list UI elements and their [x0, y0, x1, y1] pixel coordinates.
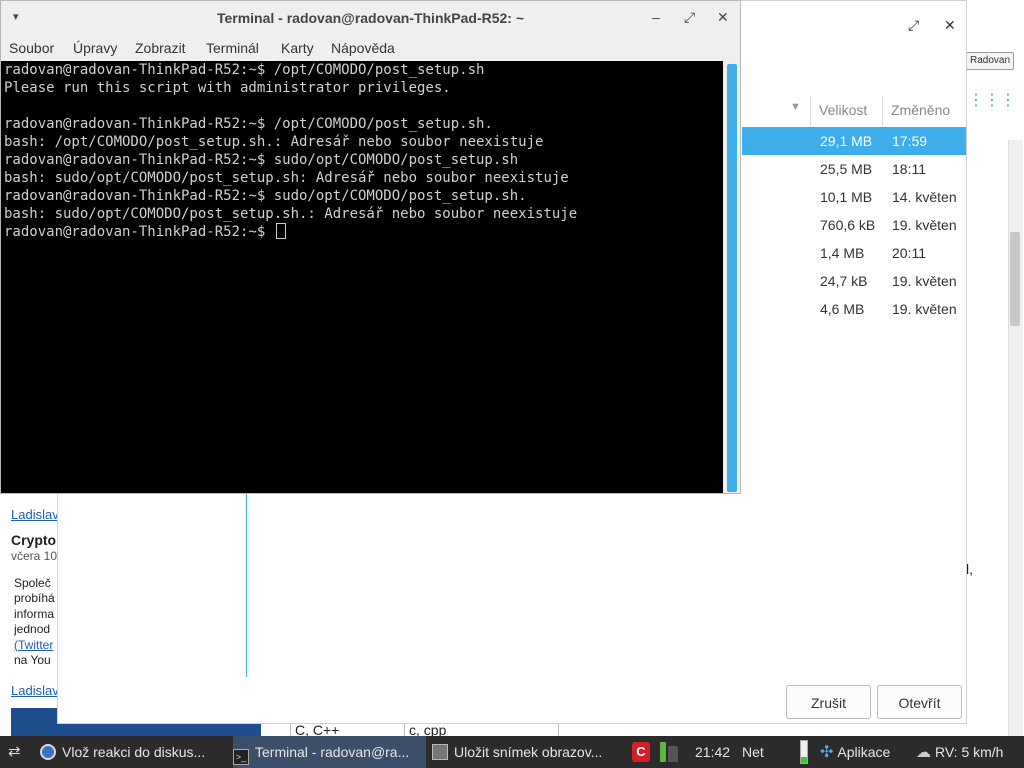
file-row[interactable]: 4,6 MB 19. květen — [742, 295, 966, 323]
article-text-line: Společ — [14, 576, 51, 590]
author-link[interactable]: Ladislav — [11, 683, 59, 698]
file-size: 24,7 kB — [820, 273, 868, 289]
close-icon[interactable]: ✕ — [717, 9, 729, 26]
applications-label: Aplikace — [837, 744, 891, 760]
task-screenshot[interactable]: Uložit snímek obrazov... — [432, 736, 618, 768]
terminal-line: bash: sudo/opt/COMODO/post_setup.sh: Adr… — [4, 170, 569, 186]
task-browser[interactable]: Vlož reakci do diskus... — [40, 736, 232, 768]
workspace-switcher-icon[interactable]: ⇄ — [8, 736, 30, 768]
screenshot-icon — [432, 744, 448, 760]
net-indicator[interactable]: Net — [742, 736, 764, 768]
file-modified: 17:59 — [892, 133, 928, 149]
terminal-line: radovan@radovan-ThinkPad-R52:~$ /opt/COM… — [4, 62, 485, 78]
terminal-title: Terminal - radovan@radovan-ThinkPad-R52:… — [216, 10, 525, 26]
menu-napoveda[interactable]: Nápověda — [331, 40, 395, 56]
article-heading[interactable]: Crypto — [11, 532, 56, 548]
article-text-line: informa — [14, 606, 55, 621]
terminal-scrollbar-thumb[interactable] — [727, 64, 737, 492]
terminal-line: Please run this script with administrato… — [4, 80, 451, 96]
menu-upravy[interactable]: Úpravy — [73, 40, 117, 56]
task-terminal[interactable]: >_ Terminal - radovan@ra... — [233, 736, 426, 768]
file-size: 760,6 kB — [820, 217, 876, 233]
article-column: Ladislav Crypto včera 10 Společ probíhá … — [0, 492, 59, 736]
maximize-icon[interactable]: ⤢ — [684, 9, 695, 26]
file-row[interactable]: 760,6 kB 19. květen — [742, 211, 966, 239]
text-cursor — [275, 223, 286, 239]
close-icon[interactable]: ✕ — [944, 17, 956, 34]
grid-view-icon[interactable]: ⋮⋮⋮ — [968, 90, 1016, 110]
cpu-meter-icon — [800, 740, 808, 764]
task-label: Vlož reakci do diskus... — [62, 744, 206, 760]
file-modified: 18:11 — [892, 161, 926, 177]
page-scrollbar[interactable] — [1008, 140, 1023, 736]
terminal-prompt-line: radovan@radovan-ThinkPad-R52:~$ — [4, 223, 286, 241]
terminal-menubar: Soubor Úpravy Zobrazit Terminál Karty Ná… — [1, 35, 740, 61]
twitter-link[interactable]: (Twitter — [14, 638, 58, 653]
file-modified: 14. květen — [892, 189, 957, 205]
file-row[interactable]: 25,5 MB 18:11 — [742, 155, 966, 183]
terminal-window: ▾ Terminal - radovan@radovan-ThinkPad-R5… — [0, 0, 741, 494]
file-size: 29,1 MB — [820, 133, 873, 149]
applications-menu[interactable]: ✣ Aplikace — [820, 736, 890, 768]
places-panel-divider[interactable] — [246, 494, 247, 677]
file-modified: 19. květen — [892, 217, 957, 233]
file-modified: 20:11 — [892, 245, 926, 261]
user-button[interactable]: Radovan — [966, 52, 1014, 70]
page-scrollbar-thumb[interactable] — [1010, 232, 1020, 326]
column-header-size[interactable]: Velikost — [810, 96, 880, 126]
author-link[interactable]: Ladislav — [11, 507, 59, 522]
cancel-button[interactable]: Zrušit — [786, 685, 871, 719]
weather-label: RV: 5 km/h — [935, 744, 1004, 760]
maximize-icon[interactable]: ⤢ — [908, 17, 919, 34]
terminal-output[interactable]: radovan@radovan-ThinkPad-R52:~$ /opt/COM… — [1, 61, 723, 493]
minimize-icon[interactable]: – — [652, 9, 660, 25]
task-label: Uložit snímek obrazov... — [454, 744, 603, 760]
battery-icon[interactable] — [660, 742, 666, 762]
file-modified: 19. květen — [892, 301, 957, 317]
terminal-line: bash: /opt/COMODO/post_setup.sh.: Adresá… — [4, 134, 544, 150]
file-size: 25,5 MB — [820, 161, 873, 177]
chrome-icon — [40, 744, 56, 760]
menu-karty[interactable]: Karty — [281, 40, 314, 56]
applications-icon: ✣ — [820, 744, 834, 761]
menu-terminal[interactable]: Terminál — [206, 40, 259, 56]
file-modified: 19. květen — [892, 273, 957, 289]
article-text-line: na You — [14, 653, 51, 668]
task-label: Terminal - radovan@ra... — [255, 744, 410, 760]
terminal-line: radovan@radovan-ThinkPad-R52:~$ /opt/COM… — [4, 116, 493, 132]
sort-chevron-down-icon[interactable]: ▼ — [790, 101, 801, 113]
taskbar: ⇄ Vlož reakci do diskus... >_ Terminal - … — [0, 736, 1024, 768]
file-row[interactable]: 29,1 MB 17:59 — [742, 127, 966, 155]
clock[interactable]: 21:42 — [695, 736, 730, 768]
terminal-line: radovan@radovan-ThinkPad-R52:~$ sudo/opt… — [4, 188, 527, 204]
menu-soubor[interactable]: Soubor — [9, 40, 54, 56]
article-text-line: jednod — [14, 622, 51, 637]
article-date: včera 10 — [11, 549, 58, 563]
terminal-icon: >_ — [233, 749, 249, 765]
column-header-modified[interactable]: Změněno — [882, 96, 966, 126]
weather-widget[interactable]: ☁ RV: 5 km/h — [916, 736, 1003, 768]
file-size: 1,4 MB — [820, 245, 865, 261]
file-row[interactable]: 24,7 kB 19. květen — [742, 267, 966, 295]
file-size: 4,6 MB — [820, 301, 865, 317]
article-text-line: probíhá — [14, 591, 55, 606]
weather-cloud-icon: ☁ — [916, 744, 931, 761]
terminal-line: bash: sudo/opt/COMODO/post_setup.sh.: Ad… — [4, 206, 578, 222]
menu-zobrazit[interactable]: Zobrazit — [135, 40, 186, 56]
open-button[interactable]: Otevřít — [877, 685, 962, 719]
terminal-prompt: radovan@radovan-ThinkPad-R52:~$ — [4, 224, 274, 240]
terminal-line: radovan@radovan-ThinkPad-R52:~$ sudo/opt… — [4, 152, 519, 168]
file-size: 10,1 MB — [820, 189, 873, 205]
usb-icon[interactable] — [668, 746, 678, 762]
comodo-shield-icon[interactable]: C — [632, 742, 650, 762]
file-row[interactable]: 10,1 MB 14. květen — [742, 183, 966, 211]
text-fragment: l, — [966, 561, 973, 577]
file-row[interactable]: 1,4 MB 20:11 — [742, 239, 966, 267]
